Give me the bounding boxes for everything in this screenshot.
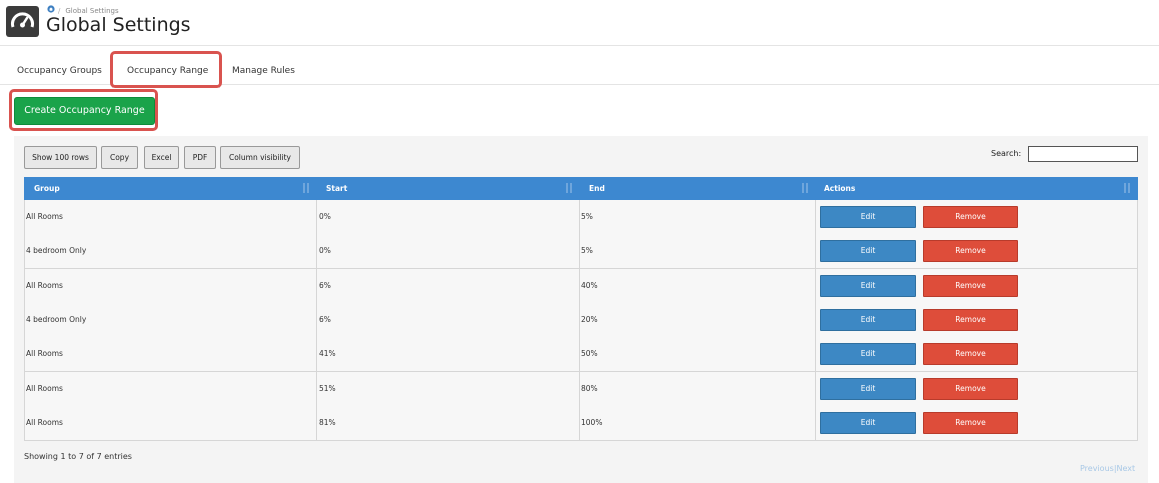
table-row: All Rooms 41% 50% Edit Remove xyxy=(24,337,1138,372)
cell-end: 40% xyxy=(581,281,598,290)
datatable-panel: Show 100 rows Copy Excel PDF Column visi… xyxy=(14,136,1148,483)
cell-end: 20% xyxy=(581,315,598,324)
sort-icon[interactable] xyxy=(303,183,310,194)
table-row: All Rooms 6% 40% Edit Remove xyxy=(24,269,1138,304)
cell-group: All Rooms xyxy=(26,384,63,393)
search-label: Search: xyxy=(991,149,1022,158)
cell-group: All Rooms xyxy=(26,349,63,358)
sort-icon xyxy=(1124,183,1131,194)
tab-occupancy-groups[interactable]: Occupancy Groups xyxy=(17,66,102,76)
column-header-end[interactable]: End xyxy=(589,177,605,200)
table-row: All Rooms 0% 5% Edit Remove xyxy=(24,200,1138,235)
remove-button[interactable]: Remove xyxy=(923,309,1018,331)
edit-button[interactable]: Edit xyxy=(820,206,916,228)
cell-start: 51% xyxy=(319,384,336,393)
cell-start: 6% xyxy=(319,315,331,324)
edit-button[interactable]: Edit xyxy=(820,309,916,331)
cell-group: All Rooms xyxy=(26,418,63,427)
table-row: 4 bedroom Only 6% 20% Edit Remove xyxy=(24,303,1138,338)
pdf-button[interactable]: PDF xyxy=(184,146,216,169)
copy-button[interactable]: Copy xyxy=(101,146,138,169)
edit-button[interactable]: Edit xyxy=(820,343,916,365)
edit-button[interactable]: Edit xyxy=(820,240,916,262)
remove-button[interactable]: Remove xyxy=(923,378,1018,400)
dashboard-gauge-icon xyxy=(6,6,39,37)
column-header-start[interactable]: Start xyxy=(326,177,347,200)
cell-group: 4 bedroom Only xyxy=(26,246,87,255)
tab-manage-rules[interactable]: Manage Rules xyxy=(232,66,295,76)
cell-end: 50% xyxy=(581,349,598,358)
tab-bar: Occupancy Groups Occupancy Range Manage … xyxy=(0,46,1159,88)
cell-end: 100% xyxy=(581,418,603,427)
excel-button[interactable]: Excel xyxy=(144,146,179,169)
tab-occupancy-range[interactable]: Occupancy Range xyxy=(127,66,208,76)
show-rows-button[interactable]: Show 100 rows xyxy=(24,146,97,169)
cell-group: All Rooms xyxy=(26,281,63,290)
cell-end: 5% xyxy=(581,246,593,255)
cell-start: 81% xyxy=(319,418,336,427)
sort-icon[interactable] xyxy=(802,183,809,194)
column-header-actions: Actions xyxy=(824,184,856,193)
column-header-group[interactable]: Group xyxy=(34,177,60,200)
next-link[interactable]: Next xyxy=(1117,464,1136,473)
home-icon[interactable] xyxy=(47,5,55,13)
table-info: Showing 1 to 7 of 7 entries xyxy=(24,452,132,461)
table-row: All Rooms 81% 100% Edit Remove xyxy=(24,406,1138,441)
remove-button[interactable]: Remove xyxy=(923,275,1018,297)
table-header: Group Start End Actions xyxy=(24,177,1138,200)
cell-start: 41% xyxy=(319,349,336,358)
edit-button[interactable]: Edit xyxy=(820,275,916,297)
cell-end: 5% xyxy=(581,212,593,221)
remove-button[interactable]: Remove xyxy=(923,412,1018,434)
pagination: Previous|Next xyxy=(1080,464,1136,473)
previous-link[interactable]: Previous xyxy=(1080,464,1114,473)
create-occupancy-range-button[interactable]: Create Occupancy Range xyxy=(14,97,155,125)
remove-button[interactable]: Remove xyxy=(923,240,1018,262)
table-row: 4 bedroom Only 0% 5% Edit Remove xyxy=(24,234,1138,269)
remove-button[interactable]: Remove xyxy=(923,343,1018,365)
cell-start: 0% xyxy=(319,212,331,221)
cell-start: 0% xyxy=(319,246,331,255)
remove-button[interactable]: Remove xyxy=(923,206,1018,228)
edit-button[interactable]: Edit xyxy=(820,378,916,400)
cell-group: 4 bedroom Only xyxy=(26,315,87,324)
page-header: / Global Settings Global Settings xyxy=(0,0,1159,46)
sort-icon[interactable] xyxy=(566,183,573,194)
cell-group: All Rooms xyxy=(26,212,63,221)
edit-button[interactable]: Edit xyxy=(820,412,916,434)
table-row: All Rooms 51% 80% Edit Remove xyxy=(24,372,1138,407)
cell-end: 80% xyxy=(581,384,598,393)
search-input[interactable] xyxy=(1028,146,1138,162)
page-title: Global Settings xyxy=(46,14,191,36)
cell-start: 6% xyxy=(319,281,331,290)
column-visibility-button[interactable]: Column visibility xyxy=(220,146,300,169)
